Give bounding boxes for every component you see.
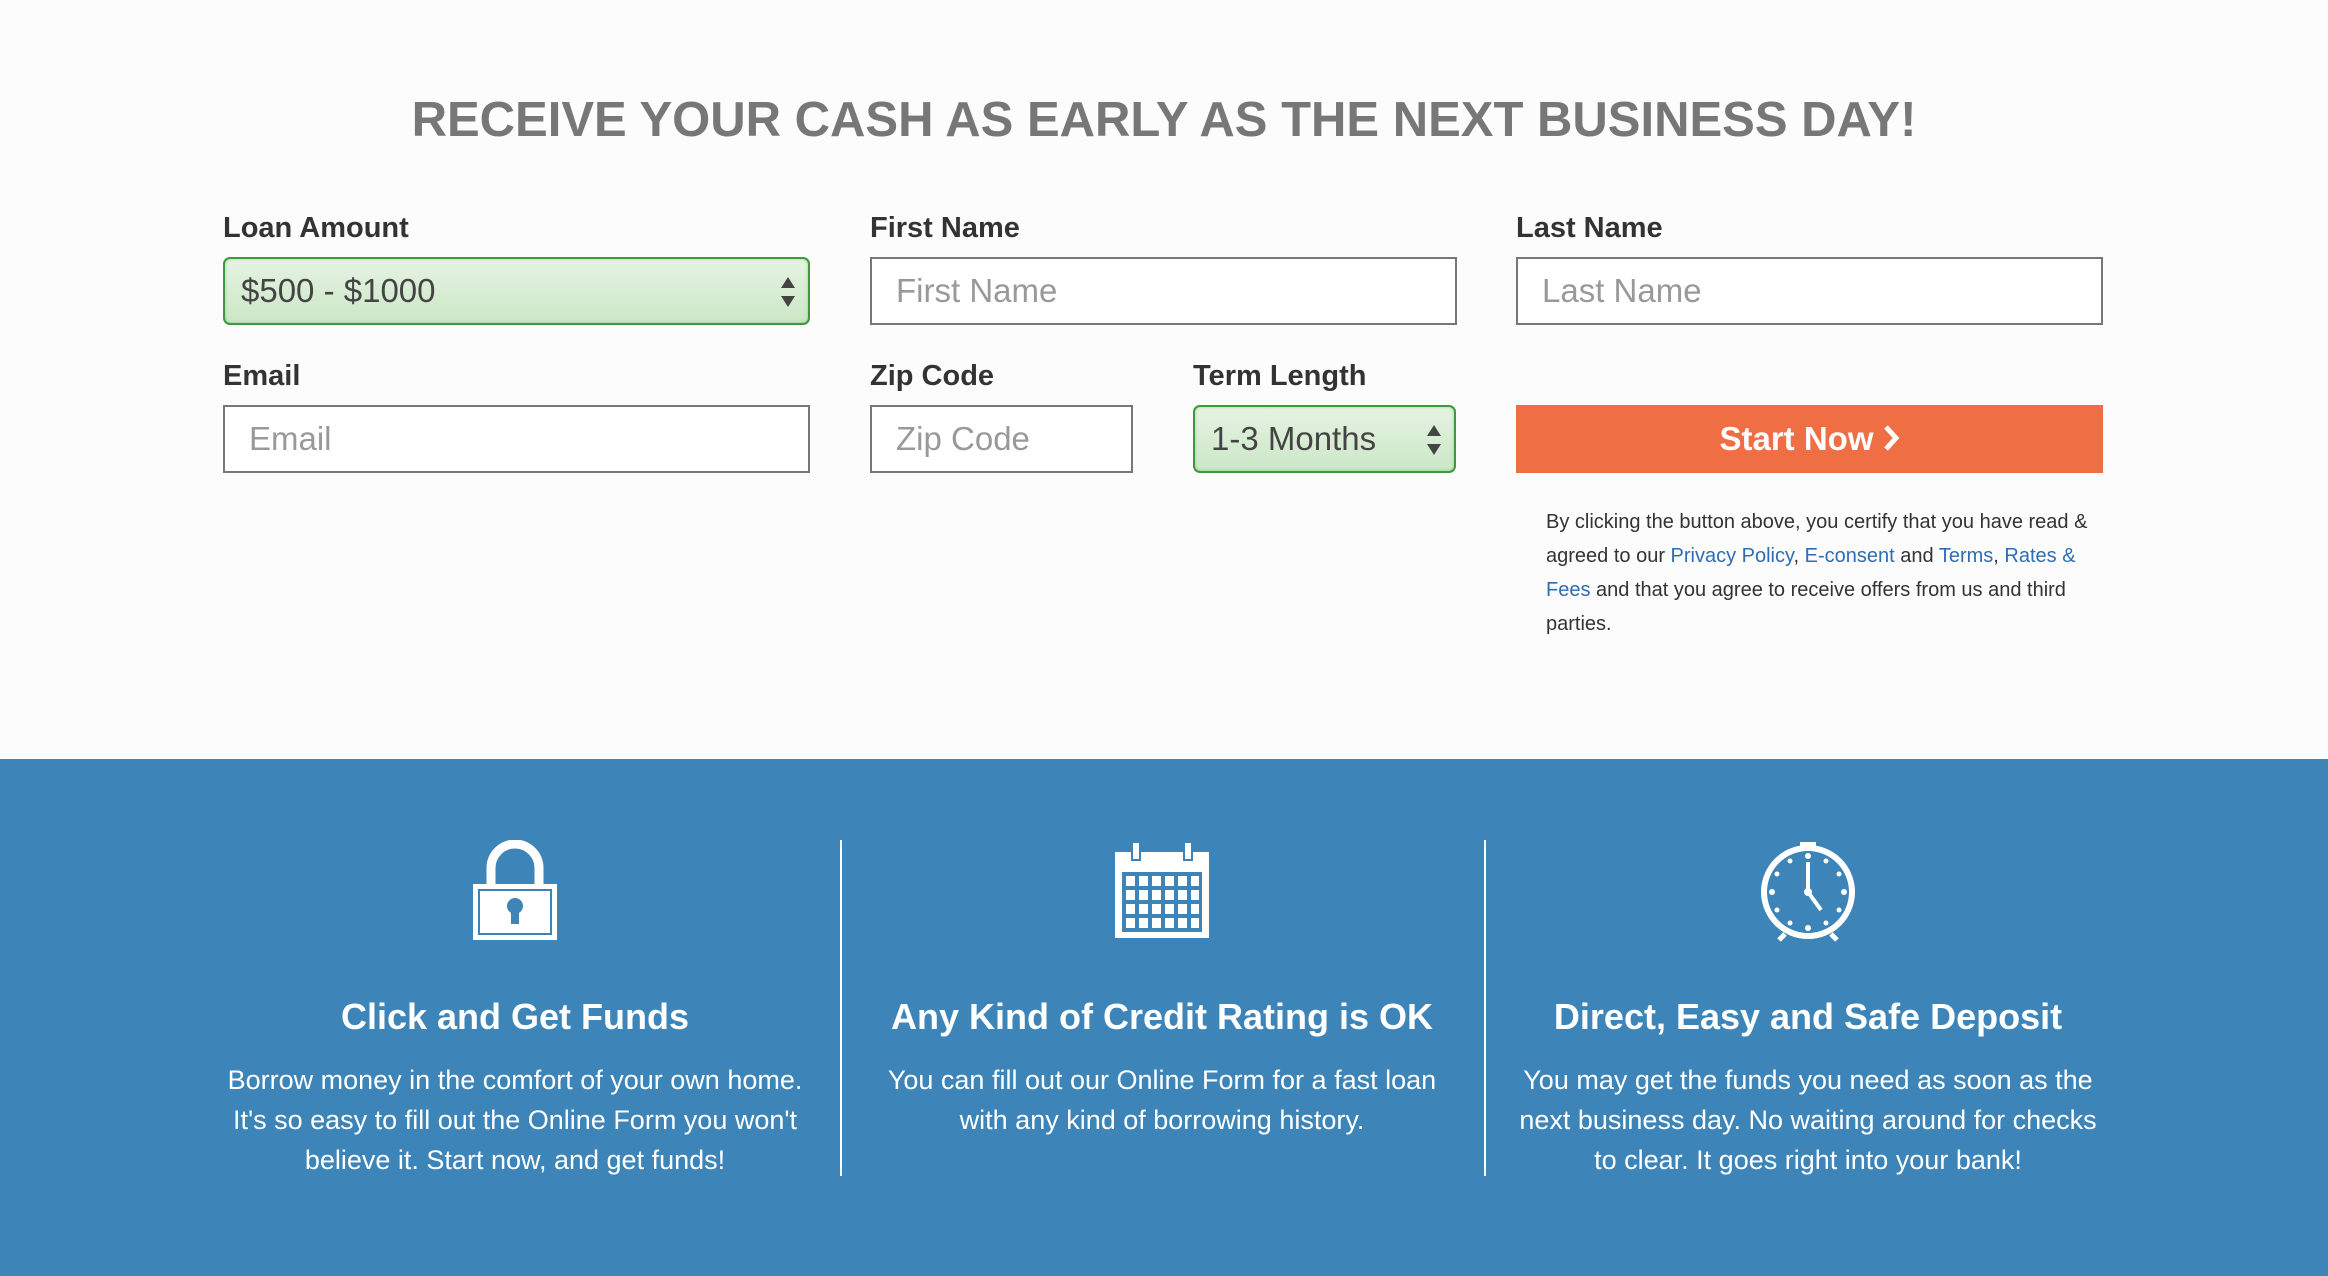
disclaimer-sep: and (1894, 545, 1939, 567)
feature-title: Any Kind of Credit Rating is OK (890, 996, 1433, 1037)
term-length-value: 1-3 Months (1211, 420, 1377, 457)
privacy-policy-link[interactable]: Privacy Policy (1671, 545, 1794, 567)
loan-amount-value: $500 - $1000 (241, 272, 436, 309)
calendar-icon (1115, 841, 1209, 938)
disclaimer-part2: and that you agree to receive offers fro… (1546, 579, 2066, 635)
start-now-button[interactable]: Start Now (1516, 405, 2103, 473)
feature-title: Direct, Easy and Safe Deposit (1553, 996, 2063, 1037)
select-arrows-icon (781, 277, 795, 307)
first-name-input[interactable] (870, 257, 1457, 325)
email-label: Email (223, 360, 301, 392)
loan-amount-label: Loan Amount (223, 212, 409, 244)
disclaimer-text: By clicking the button above, you certif… (1546, 505, 2091, 641)
feature-safe-deposit: Direct, Easy and Safe Deposit You may ge… (1508, 840, 2108, 1180)
select-arrows-icon (1427, 425, 1441, 455)
feature-credit-rating: Any Kind of Credit Rating is OK You can … (862, 840, 1462, 1140)
lock-icon (473, 840, 557, 940)
start-now-label: Start Now (1719, 420, 1874, 457)
form-section: RECEIVE YOUR CASH AS EARLY AS THE NEXT B… (0, 0, 2328, 759)
clock-icon (1761, 842, 1855, 942)
terms-link[interactable]: Terms (1939, 545, 1993, 567)
feature-title: Click and Get Funds (340, 996, 690, 1037)
disclaimer-sep: , (1793, 545, 1805, 567)
feature-text: You can fill out our Online Form for a f… (887, 1065, 1437, 1135)
chevron-right-icon (1883, 425, 1899, 451)
last-name-input[interactable] (1516, 257, 2103, 325)
first-name-label: First Name (870, 212, 1020, 244)
zip-code-input[interactable] (870, 405, 1133, 473)
feature-text: You may get the funds you need as soon a… (1519, 1065, 2097, 1175)
loan-amount-select[interactable]: $500 - $1000 (223, 257, 810, 325)
last-name-label: Last Name (1516, 212, 1663, 244)
feature-divider (1484, 840, 1486, 1176)
page-headline: RECEIVE YOUR CASH AS EARLY AS THE NEXT B… (411, 93, 1917, 147)
disclaimer-sep: , (1993, 545, 2005, 567)
feature-divider (840, 840, 842, 1176)
email-input[interactable] (223, 405, 810, 473)
e-consent-link[interactable]: E-consent (1805, 545, 1895, 567)
zip-code-label: Zip Code (870, 360, 995, 392)
term-length-select[interactable]: 1-3 Months (1193, 405, 1456, 473)
feature-click-get-funds: Click and Get Funds Borrow money in the … (215, 840, 815, 1180)
term-length-label: Term Length (1193, 360, 1367, 392)
feature-text: Borrow money in the comfort of your own … (227, 1065, 803, 1175)
